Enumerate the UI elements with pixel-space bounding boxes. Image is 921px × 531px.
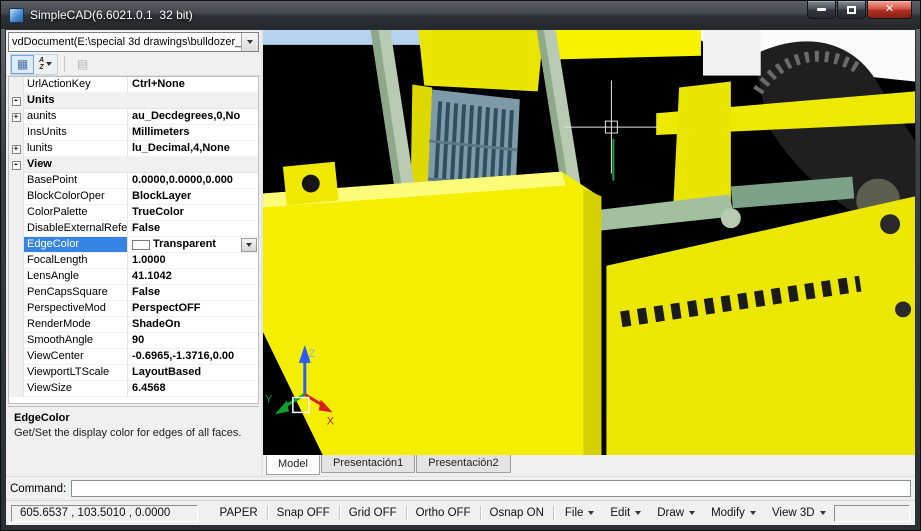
property-row-viewportltscale[interactable]: ViewportLTScale LayoutBased — [9, 365, 258, 381]
color-swatch — [132, 240, 150, 250]
property-description: EdgeColor Get/Set the display color for … — [8, 406, 259, 476]
chevron-down-icon — [246, 243, 252, 247]
property-row-viewsize[interactable]: ViewSize 6.4568 — [9, 381, 258, 397]
property-row-basepoint[interactable]: BasePoint 0.0000,0.0000,0.000 — [9, 173, 258, 189]
edgecolor-value: Transparent — [153, 237, 216, 252]
property-grid: UrlActionKey Ctrl+None - Units + aunits … — [8, 76, 259, 404]
status-right-panel — [834, 505, 910, 522]
status-separator — [267, 506, 268, 520]
chevron-down-icon — [820, 511, 826, 515]
axis-y-label: Y — [265, 394, 273, 406]
document-combobox[interactable]: vdDocument(E:\special 3d drawings\bulldo… — [8, 32, 259, 52]
pages-icon: ▤ — [77, 57, 88, 71]
sort-az-icon: AZ — [39, 57, 44, 71]
axis-x-label: X — [327, 415, 335, 427]
property-row-insunits[interactable]: InsUnits Millimeters — [9, 125, 258, 141]
command-line: Command: — [6, 476, 915, 500]
collapse-icon[interactable]: - — [12, 161, 21, 170]
chevron-down-icon — [635, 511, 641, 515]
property-row-rendermode[interactable]: RenderMode ShadeOn — [9, 317, 258, 333]
tab-presentacion2[interactable]: Presentación2 — [416, 455, 510, 473]
menu-draw[interactable]: Draw — [649, 507, 703, 519]
status-separator — [339, 506, 340, 520]
property-row-pencapssquare[interactable]: PenCapsSquare False — [9, 285, 258, 301]
minimize-icon — [817, 8, 826, 11]
categorized-icon: ▦ — [17, 57, 28, 71]
categorized-view-button[interactable]: ▦ — [11, 55, 34, 74]
property-row-colorpalette[interactable]: ColorPalette TrueColor — [9, 205, 258, 221]
title-bar[interactable]: SimpleCAD(6.6021.0.1 32 bit) ✕ — [1, 1, 920, 29]
property-row-viewcenter[interactable]: ViewCenter -0.6965,-1.3716,0.00 — [9, 349, 258, 365]
expand-icon[interactable]: + — [12, 113, 21, 122]
command-label: Command: — [10, 483, 66, 495]
3d-canvas[interactable]: Z Y X — [263, 30, 915, 455]
category-row-units[interactable]: - Units — [9, 93, 258, 109]
close-icon: ✕ — [885, 4, 894, 15]
menu-edit[interactable]: Edit — [602, 507, 649, 519]
cab-column — [673, 82, 731, 211]
command-input[interactable] — [71, 480, 911, 497]
close-button[interactable]: ✕ — [867, 1, 912, 19]
app-icon — [9, 8, 24, 23]
collapse-icon[interactable]: - — [12, 97, 21, 106]
expand-icon[interactable]: + — [12, 145, 21, 154]
property-row-disableexternalrefe[interactable]: DisableExternalRefe False — [9, 221, 258, 237]
3d-viewport[interactable]: Z Y X — [263, 30, 915, 455]
chevron-down-icon — [750, 511, 756, 515]
combobox-dropdown-button[interactable] — [241, 33, 258, 51]
alphabetical-sort-button[interactable]: AZ — [34, 55, 57, 74]
propertygrid-toolbar: ▦ AZ ▤ — [6, 53, 261, 76]
status-bar: 605.6537 , 103.5010 , 0.0000 PAPER Snap … — [6, 500, 915, 525]
property-row-lensangle[interactable]: LensAngle 41.1042 — [9, 269, 258, 285]
ortho-toggle[interactable]: Ortho OFF — [410, 507, 477, 519]
property-row-focallength[interactable]: FocalLength 1.0000 — [9, 253, 258, 269]
sort-arrow-icon — [46, 62, 52, 66]
menu-file[interactable]: File — [557, 507, 603, 519]
property-row-perspectivemod[interactable]: PerspectiveMod PerspectOFF — [9, 301, 258, 317]
grid-toggle[interactable]: Grid OFF — [343, 507, 403, 519]
menu-modify[interactable]: Modify — [703, 507, 764, 519]
property-row-smoothangle[interactable]: SmoothAngle 90 — [9, 333, 258, 349]
properties-panel: vdDocument(E:\special 3d drawings\bulldo… — [6, 30, 263, 476]
osnap-toggle[interactable]: Osnap ON — [484, 507, 550, 519]
property-row-urlactionkey[interactable]: UrlActionKey Ctrl+None — [9, 77, 258, 93]
axis-z-label: Z — [309, 348, 316, 360]
property-row-blockcoloroper[interactable]: BlockColorOper BlockLayer — [9, 189, 258, 205]
snap-toggle[interactable]: Snap OFF — [271, 507, 336, 519]
status-separator — [553, 506, 554, 520]
blade — [263, 172, 601, 455]
property-row-lunits[interactable]: + lunits lu_Decimal,4,None — [9, 141, 258, 157]
menu-view3d[interactable]: View 3D — [764, 507, 834, 519]
toolbar-separator — [64, 56, 65, 72]
hood — [418, 30, 543, 91]
chevron-down-icon — [247, 40, 253, 44]
document-combobox-value: vdDocument(E:\special 3d drawings\bulldo… — [9, 33, 241, 51]
chevron-down-icon — [689, 511, 695, 515]
chevron-down-icon — [588, 511, 594, 515]
maximize-icon — [847, 6, 856, 14]
maximize-button[interactable] — [837, 1, 866, 19]
status-separator — [406, 506, 407, 520]
property-pages-button[interactable]: ▤ — [71, 55, 94, 74]
tab-model[interactable]: Model — [266, 455, 320, 475]
app-window: SimpleCAD(6.6021.0.1 32 bit) ✕ vdDocumen… — [0, 0, 921, 531]
status-separator — [480, 506, 481, 520]
property-row-edgecolor[interactable]: EdgeColor Transparent — [9, 237, 258, 253]
paper-toggle[interactable]: PAPER — [214, 507, 264, 519]
category-row-view[interactable]: - View — [9, 157, 258, 173]
rops-panel — [703, 30, 761, 76]
description-text: Get/Set the display color for edges of a… — [14, 427, 253, 439]
edgecolor-dropdown-button[interactable] — [241, 238, 257, 252]
minimize-button[interactable] — [807, 1, 836, 19]
layout-tabs: Model Presentación1 Presentación2 — [263, 455, 915, 476]
description-title: EdgeColor — [14, 412, 253, 424]
window-title: SimpleCAD(6.6021.0.1 32 bit) — [30, 8, 193, 22]
tab-presentacion1[interactable]: Presentación1 — [321, 455, 415, 473]
coordinates-readout: 605.6537 , 103.5010 , 0.0000 — [11, 505, 198, 522]
roof — [544, 30, 701, 60]
property-row-aunits[interactable]: + aunits au_Decdegrees,0,No — [9, 109, 258, 125]
